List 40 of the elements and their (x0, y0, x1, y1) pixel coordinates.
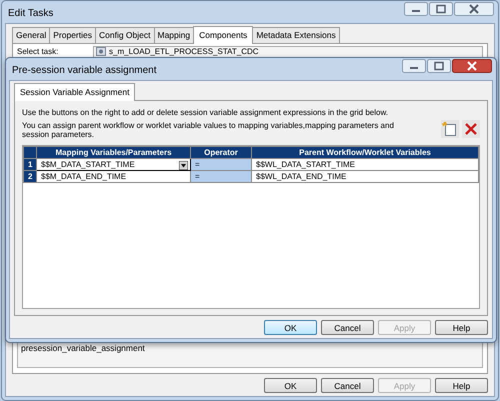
column-header[interactable]: Mapping Variables/Parameters (36, 146, 190, 158)
tab[interactable]: Mapping (154, 27, 194, 43)
tab[interactable]: Properties (49, 27, 96, 43)
window-title: Edit Tasks (8, 7, 54, 19)
dialog-button[interactable]: Cancel (321, 320, 374, 335)
row-header[interactable]: 2 (24, 170, 36, 182)
close-icon[interactable] (454, 2, 494, 16)
table-cell: = (190, 170, 252, 182)
dialog-button[interactable]: OK (264, 378, 317, 393)
instruction-text: Use the buttons on the right to add or delete session variable assignment expressions in the grid below. (22, 108, 389, 118)
row-header[interactable]: 1 (24, 158, 36, 170)
minimize-icon[interactable] (402, 59, 426, 73)
column-header[interactable]: Operator (190, 146, 252, 158)
table-cell: = (190, 158, 252, 170)
maximize-icon[interactable] (429, 2, 453, 16)
grid-corner (24, 146, 36, 158)
table-cell[interactable]: $$WL_DATA_START_TIME (252, 158, 478, 170)
instruction-text: You can assign parent workflow or worklet variable values to mapping variables,mapping parameters and session parameters. (22, 120, 395, 140)
table-cell[interactable]: $$M_DATA_END_TIME (36, 170, 190, 182)
dialog-button[interactable]: OK (264, 320, 317, 335)
tab[interactable]: Components (193, 26, 254, 44)
dialog-title: Pre-session variable assignment (12, 64, 157, 76)
tab[interactable]: Metadata Extensions (252, 27, 340, 43)
task-dropdown[interactable]: s_m_LOAD_ETL_PROCESS_STAT_CDC (93, 46, 483, 58)
minimize-icon[interactable] (404, 2, 428, 16)
tab[interactable]: Session Variable Assignment (14, 83, 136, 101)
tab[interactable]: Config Object (95, 27, 154, 43)
delete-icon[interactable] (462, 120, 480, 138)
field-label: Select task: (17, 46, 60, 56)
table-cell[interactable]: $$WL_DATA_END_TIME (252, 170, 478, 182)
column-header[interactable]: Parent Workflow/Worklet Variables (252, 146, 478, 158)
table-cell[interactable]: $$M_DATA_START_TIME (36, 158, 190, 170)
new-row-icon[interactable] (441, 120, 459, 138)
maximize-icon[interactable] (427, 59, 451, 73)
dialog-button[interactable]: Help (435, 320, 488, 335)
dialog-button[interactable]: Cancel (321, 378, 374, 393)
close-icon[interactable] (452, 59, 492, 73)
tab[interactable]: General (12, 27, 50, 43)
dialog-button[interactable]: Help (435, 378, 488, 393)
dropdown-icon[interactable] (179, 160, 188, 170)
